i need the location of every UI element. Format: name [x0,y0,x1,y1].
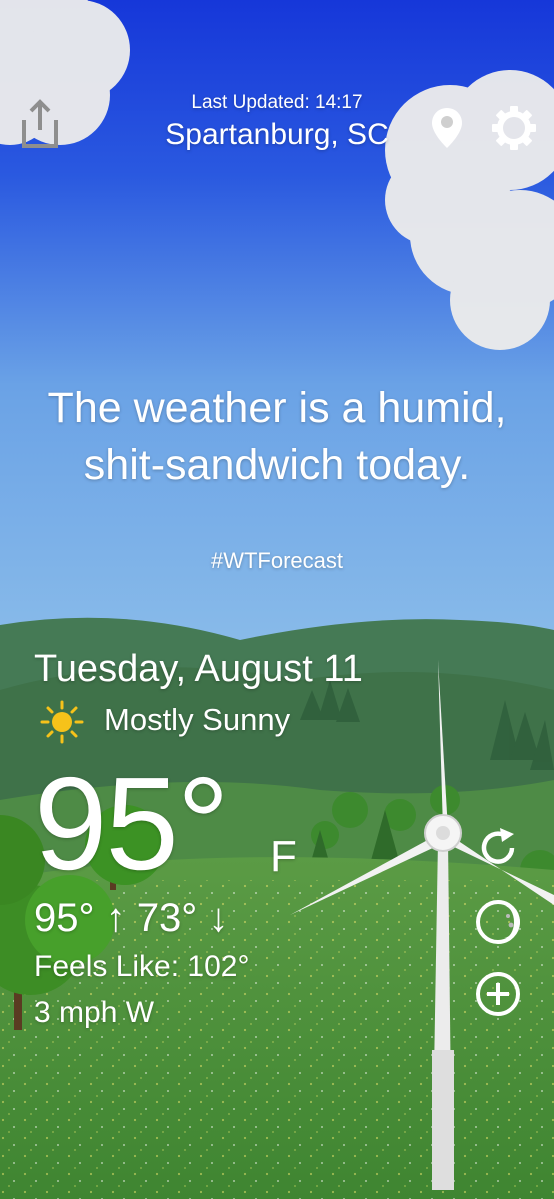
moon-icon [476,900,520,944]
location-name[interactable]: Spartanburg, SC [0,118,554,152]
location-button[interactable] [430,106,464,150]
location-pin-icon [432,108,462,148]
high-low-temperature: 95° ↑ 73° ↓ [34,896,229,940]
gear-icon [492,106,536,150]
forecast-date: Tuesday, August 11 [34,648,363,690]
refresh-icon [481,828,515,864]
condition-label: Mostly Sunny [104,702,291,737]
temperature-unit[interactable]: F [270,832,297,882]
last-updated-label: Last Updated: 14:17 [191,92,363,113]
moon-button[interactable] [474,898,522,946]
forecast-hashtag: #WTForecast [210,548,344,573]
current-temperature: 95° [34,750,230,897]
add-icon [476,972,520,1016]
forecast-headline: The weather is a humid, shit-sandwich to… [47,384,507,489]
settings-button[interactable] [490,104,538,152]
refresh-button[interactable] [474,824,522,872]
wind-info: 3 mph W [34,996,155,1029]
add-button[interactable] [474,970,522,1018]
sun-icon [40,700,84,744]
feels-like-temperature: Feels Like: 102° [34,950,250,983]
